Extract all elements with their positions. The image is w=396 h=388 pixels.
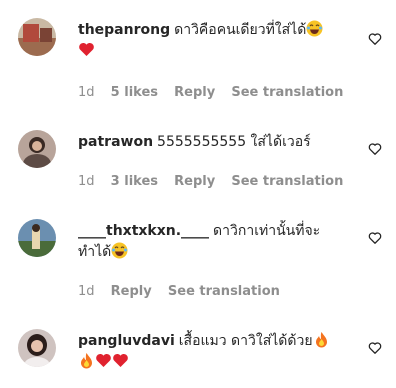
avatar[interactable] [18,329,56,367]
red-heart-emoji [95,352,112,369]
like-heart-icon[interactable] [368,31,382,45]
comment-text: 5555555555 ใส่ได้เวอร์ [157,134,311,150]
comment-text: ดาวิคือคนเดียวที่ใส่ได้ [174,22,307,38]
fire-emoji [78,352,95,369]
comment-meta: 1d 3 likes Reply See translation [78,174,355,190]
see-translation-button[interactable]: See translation [231,174,343,189]
reply-button[interactable]: Reply [174,174,215,189]
comment-text: ดาวิกาเท่านั้นที่จะ [213,223,321,239]
comment-time: 1d [78,174,95,189]
comment-meta: 1d Reply See translation [78,284,292,300]
avatar[interactable] [18,130,56,168]
comment-time: 1d [78,284,95,299]
comment-username[interactable]: ____thxtxkxn.____ [78,223,209,239]
fire-emoji [313,331,330,348]
likes-count[interactable]: 3 likes [111,174,158,189]
like-heart-icon[interactable] [368,230,382,244]
red-heart-emoji [112,352,129,369]
avatar[interactable] [18,219,56,257]
like-heart-icon[interactable] [368,141,382,155]
comment-text-continued: ทำได้ [78,244,112,260]
like-heart-icon[interactable] [368,340,382,354]
reply-button[interactable]: Reply [174,85,215,100]
see-translation-button[interactable]: See translation [231,85,343,100]
comment-username[interactable]: thepanrong [78,22,170,38]
comment-time: 1d [78,85,95,100]
comment-text: เสื้อแมว ดาวิใส่ได้ด้วย [178,333,313,349]
red-heart-emoji [78,41,95,58]
avatar[interactable] [18,18,56,56]
reply-button[interactable]: Reply [111,284,152,299]
laughing-tears-emoji [111,242,128,259]
likes-count[interactable]: 5 likes [111,85,158,100]
laughing-tears-emoji [306,20,323,37]
comment-meta: 1d 5 likes Reply See translation [78,85,355,101]
comment-username[interactable]: pangluvdavi [78,333,175,349]
comment-username[interactable]: patrawon [78,134,153,150]
see-translation-button[interactable]: See translation [168,284,280,299]
